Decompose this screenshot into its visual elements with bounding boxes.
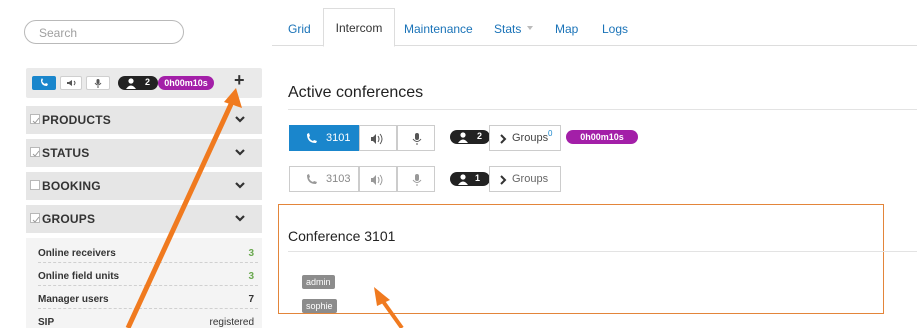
conference-3103-participants-badge: 1 [450, 172, 490, 186]
caret-down-icon [526, 26, 533, 30]
user-icon [126, 78, 136, 89]
top-nav: Grid Intercom Maintenance Stats Map Logs [272, 0, 917, 47]
sidebar: 2 0h00m10s + PRODUCTS STATUS BOOKING GRO… [0, 0, 272, 328]
user-icon [458, 132, 468, 143]
conference-detail-title: Conference 3101 [288, 228, 396, 244]
sidebar-call-bar: 2 0h00m10s + [26, 68, 262, 98]
search-input[interactable] [37, 22, 181, 44]
conference-3103-button[interactable]: 3103 [289, 166, 359, 192]
stat-row-online-receivers: Online receivers 3 [38, 246, 258, 263]
accordion-label: PRODUCTS [42, 113, 111, 127]
mic-button[interactable] [86, 76, 110, 90]
stat-row-sip: SIP registered [38, 317, 254, 328]
accordion-booking[interactable]: BOOKING [26, 172, 262, 200]
chevron-down-icon [235, 182, 245, 189]
conference-3103-speaker-button[interactable] [359, 166, 397, 192]
speaker-icon [371, 133, 383, 145]
chevron-down-icon [235, 149, 245, 156]
conference-3101-speaker-button[interactable] [359, 125, 397, 151]
page-title: Active conferences [288, 84, 424, 101]
chevron-down-icon [235, 116, 245, 123]
add-button[interactable]: + [234, 71, 245, 89]
groups-checkbox[interactable] [30, 213, 40, 223]
microphone-icon [94, 79, 102, 88]
accordion-status[interactable]: STATUS [26, 139, 262, 167]
microphone-icon [412, 174, 422, 186]
divider [288, 109, 917, 110]
call-button[interactable] [32, 76, 56, 90]
conference-3101-participants-badge: 2 [450, 130, 490, 144]
stats-panel: Online receivers 3 Online field units 3 … [26, 238, 262, 328]
accordion-products[interactable]: PRODUCTS [26, 106, 262, 134]
speaker-button[interactable] [60, 76, 82, 90]
tab-maintenance[interactable]: Maintenance [404, 10, 473, 44]
tab-map[interactable]: Map [555, 10, 578, 44]
accordion-label: GROUPS [42, 212, 96, 226]
chevron-right-icon [500, 175, 507, 185]
phone-icon [307, 174, 317, 184]
phone-icon [41, 78, 48, 86]
search-box[interactable] [24, 20, 184, 44]
member-tag[interactable]: admin [302, 275, 335, 289]
tab-stats[interactable]: Stats [494, 10, 535, 44]
tab-logs[interactable]: Logs [602, 10, 628, 44]
accordion-label: STATUS [42, 146, 90, 160]
divider [288, 251, 917, 252]
booking-checkbox[interactable] [30, 180, 40, 190]
stat-row-online-field-units: Online field units 3 [38, 269, 258, 286]
stat-row-manager-users: Manager users 7 [38, 292, 258, 309]
conference-3101-timer-badge: 0h00m10s [566, 130, 638, 144]
status-checkbox[interactable] [30, 147, 40, 157]
tab-intercom[interactable]: Intercom [323, 8, 395, 47]
conference-detail-highlight [278, 204, 884, 314]
chevron-right-icon [500, 134, 507, 144]
member-tag[interactable]: sophie [302, 299, 337, 313]
products-checkbox[interactable] [30, 114, 40, 124]
speaker-icon [67, 80, 76, 86]
accordion-label: BOOKING [42, 179, 101, 193]
conference-3101-button[interactable]: 3101 [289, 125, 359, 151]
accordion-groups[interactable]: GROUPS [26, 205, 262, 233]
tab-grid[interactable]: Grid [288, 10, 311, 44]
call-timer-badge: 0h00m10s [158, 76, 214, 90]
participant-count-badge: 2 [118, 76, 158, 90]
chevron-down-icon [235, 215, 245, 222]
phone-icon [307, 133, 317, 143]
speaker-icon [371, 174, 383, 186]
conference-3101-mic-button[interactable] [397, 125, 435, 151]
conference-3103-mic-button[interactable] [397, 166, 435, 192]
conference-3103-groups-button[interactable]: Groups [489, 166, 561, 192]
user-icon [458, 174, 468, 185]
microphone-icon [412, 133, 422, 145]
conference-3101-groups-button[interactable]: Groups 0 [489, 125, 561, 151]
